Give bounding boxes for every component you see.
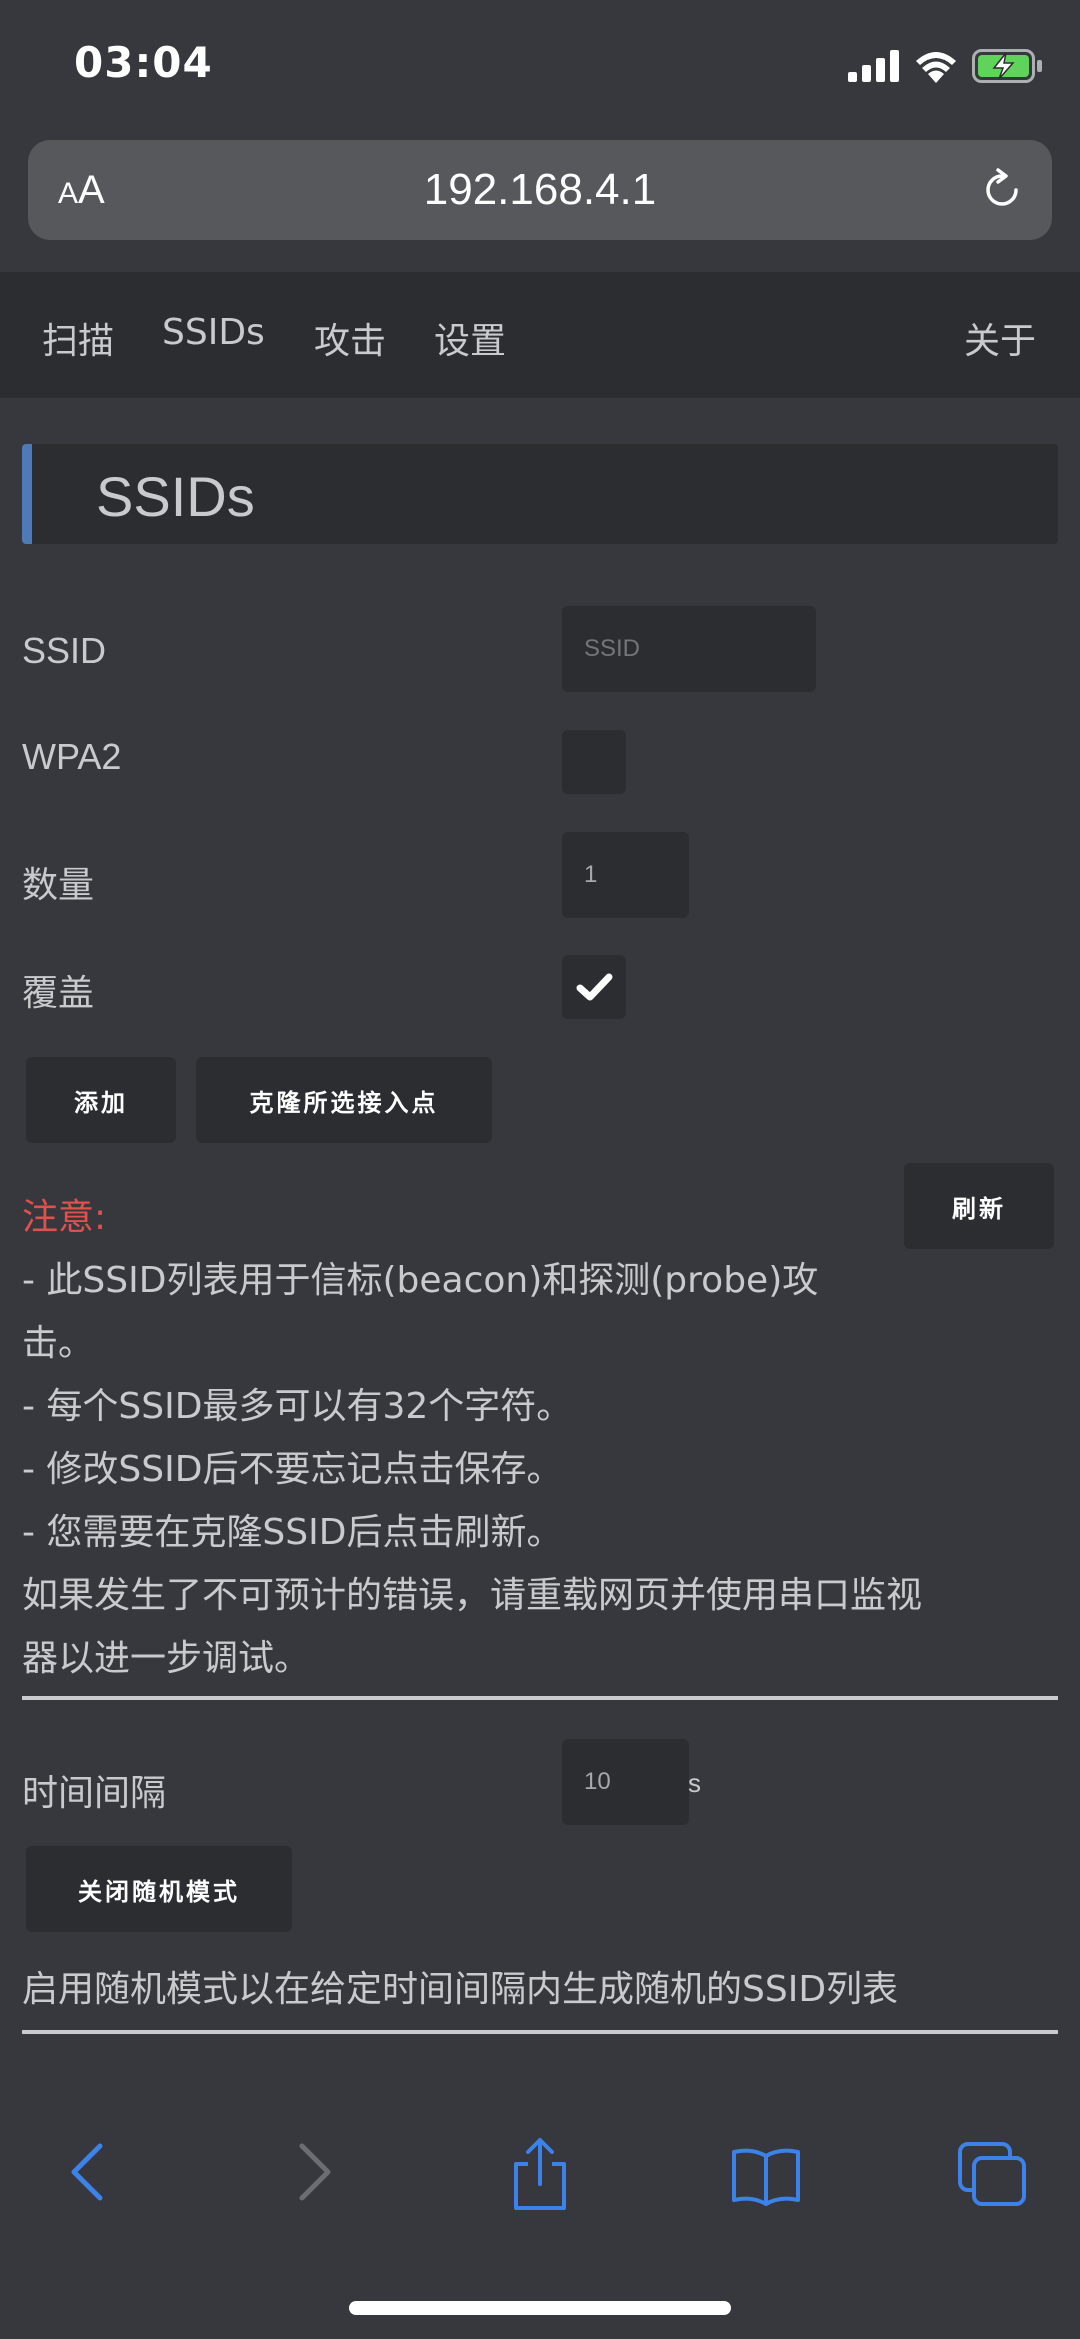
notes-title: 注意: — [22, 1197, 107, 1238]
notes-line: 如果发生了不可预计的错误，请重载网页并使用串口监视 — [22, 1575, 923, 1616]
interval-label: 时间间隔 — [22, 1772, 167, 1813]
random-mode-toggle-button[interactable]: 关闭随机模式 — [26, 1846, 292, 1932]
count-input[interactable]: 1 — [562, 832, 689, 918]
wpa2-checkbox[interactable] — [562, 730, 626, 794]
status-time: 03:04 — [74, 38, 213, 87]
status-icons — [848, 46, 1044, 86]
nav-item-attack[interactable]: 攻击 — [314, 312, 386, 364]
overwrite-checkbox[interactable] — [562, 955, 626, 1019]
divider — [22, 1696, 1058, 1700]
overwrite-label: 覆盖 — [22, 972, 95, 1013]
forward-icon[interactable] — [286, 2140, 340, 2204]
notes-line: - 每个SSID最多可以有32个字符。 — [22, 1386, 573, 1427]
interval-unit: s — [688, 1768, 701, 1798]
wpa2-label: WPA2 — [22, 736, 122, 777]
random-mode-description: 启用随机模式以在给定时间间隔内生成随机的SSID列表 — [22, 1969, 899, 2010]
count-label: 数量 — [22, 864, 95, 905]
nav-item-ssids[interactable]: SSIDs — [162, 312, 265, 353]
reload-icon[interactable] — [978, 166, 1026, 214]
notes-line: - 修改SSID后不要忘记点击保存。 — [22, 1449, 563, 1490]
add-button[interactable]: 添加 — [26, 1057, 176, 1143]
url-text[interactable]: 192.168.4.1 — [28, 165, 1052, 215]
notes-line: - 此SSID列表用于信标(beacon)和探测(probe)攻 — [22, 1260, 819, 1301]
bookmarks-icon[interactable] — [730, 2146, 802, 2206]
divider — [22, 2030, 1058, 2034]
checkmark-icon — [576, 973, 613, 1001]
tabs-icon[interactable] — [956, 2140, 1028, 2208]
page-title: SSIDs — [96, 465, 255, 528]
top-nav: 扫描 SSIDs 攻击 设置 关于 — [0, 272, 1080, 398]
notes-line: 击。 — [22, 1323, 95, 1364]
signal-icon — [848, 50, 899, 82]
notes-line: - 您需要在克隆SSID后点击刷新。 — [22, 1512, 563, 1553]
clone-selected-button[interactable]: 克隆所选接入点 — [196, 1057, 492, 1143]
share-icon[interactable] — [508, 2136, 572, 2212]
refresh-button[interactable]: 刷新 — [904, 1163, 1054, 1249]
home-indicator[interactable] — [349, 2301, 731, 2315]
browser-header: 03:04 AA 192.168.4.1 — [0, 0, 1080, 268]
nav-item-about[interactable]: 关于 — [964, 312, 1036, 364]
interval-input[interactable]: 10 — [562, 1739, 689, 1825]
ssid-label: SSID — [22, 630, 107, 671]
text-size-button[interactable]: AA — [58, 168, 105, 213]
notes-line: 器以进一步调试。 — [22, 1638, 311, 1679]
wifi-icon — [916, 52, 956, 83]
title-accent-bar — [22, 444, 32, 544]
url-bar[interactable]: AA 192.168.4.1 — [28, 140, 1052, 240]
nav-item-settings[interactable]: 设置 — [434, 312, 506, 364]
page-title-box: SSIDs — [22, 444, 1058, 544]
nav-item-scan[interactable]: 扫描 — [42, 312, 114, 364]
back-icon[interactable] — [62, 2140, 116, 2204]
battery-charging-icon — [972, 49, 1042, 83]
ssid-input[interactable] — [562, 606, 816, 692]
